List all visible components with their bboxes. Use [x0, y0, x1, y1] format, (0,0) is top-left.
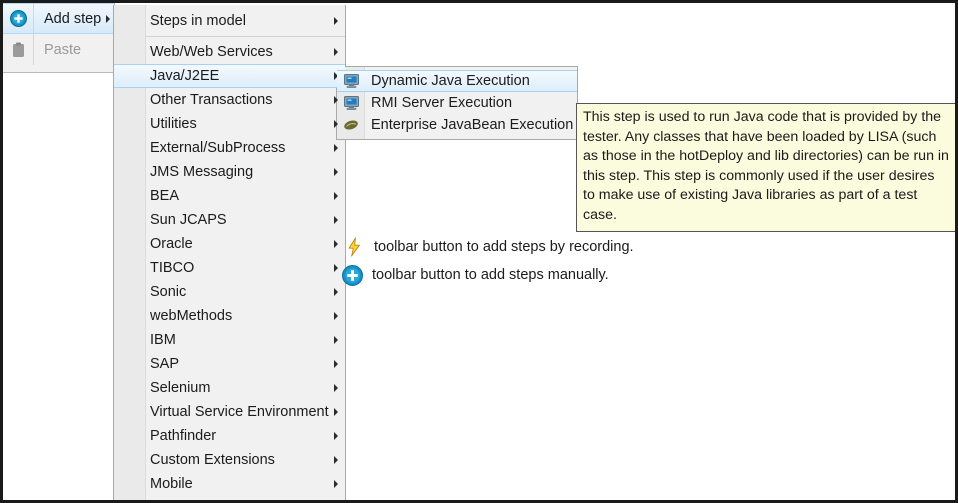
menu-item-steps-in-model[interactable]: Steps in model — [114, 9, 345, 33]
chevron-right-icon — [334, 17, 338, 25]
menu-item-label: Other Transactions — [150, 91, 273, 108]
menu-item-label: TIBCO — [150, 259, 195, 276]
annotation-text: toolbar button to add steps by recording… — [374, 239, 634, 255]
menu-item-tibco[interactable]: TIBCO — [114, 256, 345, 280]
java-j2ee-submenu: Dynamic Java Execution RMI Server Execut… — [336, 66, 578, 140]
menu-item-java-j2ee[interactable]: Java/J2EE — [114, 64, 345, 88]
context-menu-label-paste: Paste — [44, 41, 82, 58]
monitor-screen-icon — [343, 73, 359, 89]
chevron-right-icon — [334, 432, 338, 440]
menu-item-webmethods[interactable]: webMethods — [114, 304, 345, 328]
menu-item-label: BEA — [150, 187, 180, 204]
chevron-right-icon — [334, 216, 338, 224]
menu-item-other-transactions[interactable]: Other Transactions — [114, 88, 345, 112]
submenu-item-label: Enterprise JavaBean Execution — [371, 116, 574, 133]
add-plus-circle-icon — [3, 4, 33, 33]
menu-item-bea[interactable]: BEA — [114, 184, 345, 208]
add-step-category-menu: Steps in model Web/Web Services Java/J2E… — [113, 5, 346, 500]
screenshot-frame: Add step Paste Steps in model Web/Web Se… — [0, 0, 958, 503]
chevron-right-icon — [334, 336, 338, 344]
menu-item-label: Mobile — [150, 475, 193, 492]
menu-item-sonic[interactable]: Sonic — [114, 280, 345, 304]
menu-divider — [145, 36, 345, 37]
menu-item-label: Web/Web Services — [150, 43, 273, 60]
menu-item-label: Steps in model — [150, 12, 246, 29]
menu-item-label: Sonic — [150, 283, 187, 300]
chevron-right-icon — [334, 264, 338, 272]
menu-item-virtual-service-environment[interactable]: Virtual Service Environment — [114, 400, 345, 424]
menu-item-label: Utilities — [150, 115, 197, 132]
submenu-item-label: RMI Server Execution — [371, 94, 513, 111]
menu-item-label: IBM — [150, 331, 176, 348]
menu-item-label: Java/J2EE — [150, 67, 220, 84]
chevron-right-icon — [334, 456, 338, 464]
submenu-item-rmi-server-execution[interactable]: RMI Server Execution — [337, 92, 577, 114]
chevron-right-icon — [106, 14, 110, 23]
menu-item-label: webMethods — [150, 307, 233, 324]
menu-item-oracle[interactable]: Oracle — [114, 232, 345, 256]
clipboard-icon — [3, 34, 33, 65]
chevron-right-icon — [334, 480, 338, 488]
chevron-right-icon — [334, 192, 338, 200]
chevron-right-icon — [334, 288, 338, 296]
chevron-right-icon — [334, 360, 338, 368]
submenu-item-label: Dynamic Java Execution — [371, 72, 530, 89]
menu-item-label: SAP — [150, 355, 180, 372]
menu-item-label: Custom Extensions — [150, 451, 275, 468]
menu-item-label: Selenium — [150, 379, 211, 396]
menu-item-label: JMS Messaging — [150, 163, 254, 180]
menu-item-label: Pathfinder — [150, 427, 217, 444]
menu-item-jms-messaging[interactable]: JMS Messaging — [114, 160, 345, 184]
context-menu-item-add-step[interactable]: Add step — [3, 3, 114, 34]
chevron-right-icon — [334, 48, 338, 56]
menu-item-sun-jcaps[interactable]: Sun JCAPS — [114, 208, 345, 232]
chevron-right-icon — [334, 240, 338, 248]
annotation-manual: toolbar button to add steps manually. — [341, 264, 609, 286]
menu-item-custom-extensions[interactable]: Custom Extensions — [114, 448, 345, 472]
annotation-text: toolbar button to add steps manually. — [372, 267, 609, 283]
menu-item-pathfinder[interactable]: Pathfinder — [114, 424, 345, 448]
menu-item-sap[interactable]: SAP — [114, 352, 345, 376]
lightning-bolt-icon — [343, 236, 365, 258]
menu-item-label: Virtual Service Environment — [150, 403, 329, 420]
java-bean-icon — [343, 117, 359, 133]
chevron-right-icon — [334, 144, 338, 152]
menu-item-utilities[interactable]: Utilities — [114, 112, 345, 136]
menu-item-mobile[interactable]: Mobile — [114, 472, 345, 496]
menu-item-label: Sun JCAPS — [150, 211, 227, 228]
chevron-right-icon — [334, 168, 338, 176]
menu-item-label: Oracle — [150, 235, 193, 252]
tooltip-description: This step is used to run Java code that … — [576, 103, 955, 232]
chevron-right-icon — [334, 408, 338, 416]
context-menu-item-paste[interactable]: Paste — [3, 34, 114, 65]
submenu-item-dynamic-java-execution[interactable]: Dynamic Java Execution — [337, 70, 577, 92]
menu-item-external-subprocess[interactable]: External/SubProcess — [114, 136, 345, 160]
context-menu-label-add-step: Add step — [44, 10, 102, 27]
chevron-right-icon — [334, 384, 338, 392]
annotation-recording: toolbar button to add steps by recording… — [343, 236, 634, 258]
context-menu: Add step Paste — [3, 3, 115, 73]
menu-item-ibm[interactable]: IBM — [114, 328, 345, 352]
chevron-right-icon — [334, 312, 338, 320]
monitor-screen-icon — [343, 95, 359, 111]
menu-item-label: External/SubProcess — [150, 139, 286, 156]
menu-item-web-web-services[interactable]: Web/Web Services — [114, 40, 345, 64]
submenu-item-enterprise-javabean-execution[interactable]: Enterprise JavaBean Execution — [337, 114, 577, 136]
menu-item-selenium[interactable]: Selenium — [114, 376, 345, 400]
